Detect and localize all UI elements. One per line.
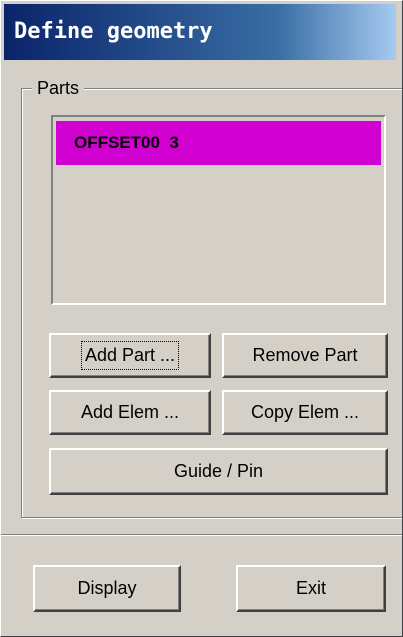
- remove-part-button[interactable]: Remove Part: [222, 333, 388, 378]
- parts-listbox[interactable]: OFFSET00 3: [51, 115, 386, 305]
- add-elem-button-label: Add Elem ...: [80, 402, 180, 422]
- display-button[interactable]: Display: [33, 565, 181, 612]
- copy-elem-button-label: Copy Elem ...: [250, 402, 360, 422]
- part-id: 3: [169, 133, 179, 152]
- part-name: OFFSET00: [74, 133, 160, 152]
- define-geometry-window: Define geometry Parts OFFSET00 3 Add Par…: [0, 0, 403, 637]
- parts-group-label: Parts: [32, 77, 85, 99]
- guide-pin-button[interactable]: Guide / Pin: [49, 448, 388, 495]
- guide-pin-button-label: Guide / Pin: [173, 461, 264, 481]
- display-button-label: Display: [77, 578, 137, 598]
- window-title: Define geometry: [14, 19, 213, 44]
- remove-part-button-label: Remove Part: [252, 345, 358, 365]
- window-title-bar[interactable]: Define geometry: [4, 4, 396, 60]
- exit-button[interactable]: Exit: [236, 565, 386, 612]
- list-item[interactable]: OFFSET00 3: [56, 121, 381, 165]
- add-elem-button[interactable]: Add Elem ...: [49, 390, 211, 435]
- copy-elem-button[interactable]: Copy Elem ...: [222, 390, 388, 435]
- footer-separator: [1, 534, 402, 536]
- exit-button-label: Exit: [295, 578, 326, 598]
- add-part-button-label: Add Part ...: [80, 341, 180, 370]
- add-part-button[interactable]: Add Part ...: [49, 333, 211, 378]
